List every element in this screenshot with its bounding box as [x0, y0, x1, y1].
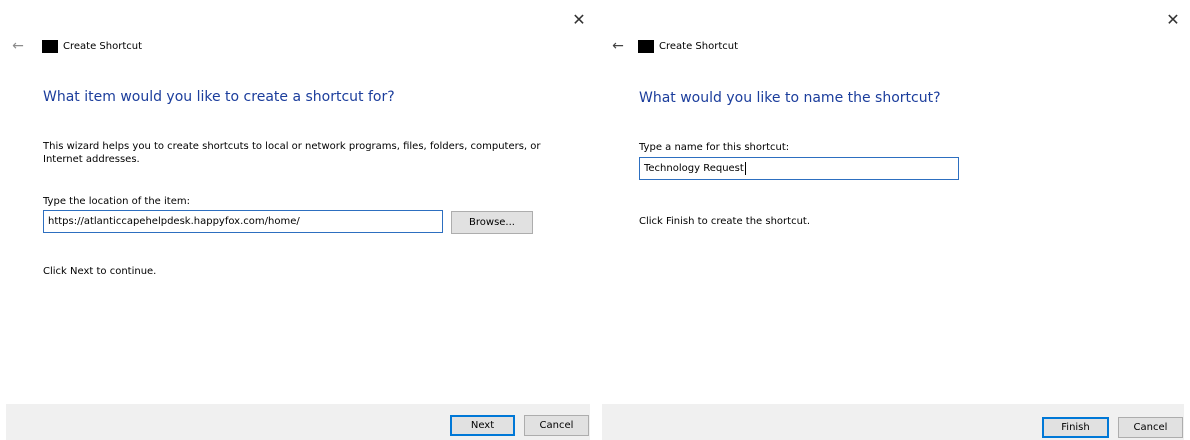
- intro-text-line1: This wizard helps you to create shortcut…: [43, 141, 541, 152]
- location-label: Type the location of the item:: [43, 196, 190, 207]
- finish-button[interactable]: Finish: [1042, 417, 1109, 438]
- cancel-button[interactable]: Cancel: [1118, 417, 1183, 438]
- page-heading: What item would you like to create a sho…: [43, 89, 395, 105]
- browse-button[interactable]: Browse...: [451, 211, 533, 234]
- shortcut-app-icon: [42, 40, 58, 53]
- create-shortcut-name-dialog: ✕ ← Create Shortcut What would you like …: [596, 0, 1190, 440]
- close-icon[interactable]: ✕: [568, 8, 590, 30]
- back-arrow-icon[interactable]: ←: [8, 38, 28, 54]
- text-caret: [744, 161, 746, 175]
- create-shortcut-location-dialog: ✕ ← Create Shortcut What item would you …: [0, 0, 596, 440]
- shortcut-app-icon: [638, 40, 654, 53]
- close-icon[interactable]: ✕: [1162, 8, 1184, 30]
- page-heading: What would you like to name the shortcut…: [639, 90, 941, 106]
- intro-text-line2: Internet addresses.: [43, 154, 140, 165]
- back-arrow-icon[interactable]: ←: [608, 38, 628, 54]
- dialog-title: Create Shortcut: [63, 41, 142, 52]
- finish-instruction: Click Finish to create the shortcut.: [639, 216, 811, 227]
- shortcut-name-input[interactable]: Technology Request: [639, 157, 959, 180]
- cancel-button[interactable]: Cancel: [524, 415, 589, 436]
- next-button[interactable]: Next: [450, 415, 515, 436]
- shortcut-name-value: Technology Request: [644, 163, 744, 174]
- dialog-title: Create Shortcut: [659, 41, 738, 52]
- name-label: Type a name for this shortcut:: [639, 142, 790, 153]
- location-input[interactable]: https://atlanticcapehelpdesk.happyfox.co…: [43, 210, 443, 233]
- continue-instruction: Click Next to continue.: [43, 266, 157, 277]
